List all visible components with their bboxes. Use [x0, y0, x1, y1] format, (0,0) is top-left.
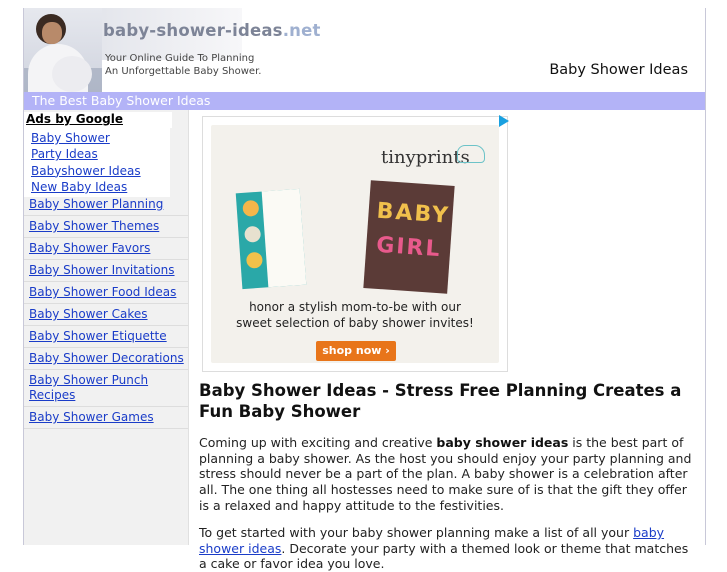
nav-baby-shower-themes[interactable]: Baby Shower Themes	[24, 216, 188, 238]
logo-main: baby-shower-ideas	[103, 21, 283, 40]
banner-text: The Best Baby Shower Ideas	[32, 93, 211, 108]
adchoices-icon[interactable]	[499, 115, 509, 127]
shop-now-button[interactable]: shop now ›	[316, 341, 396, 361]
site-logo[interactable]: baby-shower-ideas.net	[103, 21, 321, 40]
ad-image[interactable]: tinyprints BABY GIRL honor a stylish mom…	[211, 125, 499, 363]
logo-tld: .net	[282, 21, 321, 40]
p1-bold: baby shower ideas	[436, 435, 569, 450]
photo-face	[42, 22, 62, 44]
nav-baby-shower-etiquette[interactable]: Baby Shower Etiquette	[24, 326, 188, 348]
tinyprints-ad[interactable]: tinyprints BABY GIRL honor a stylish mom…	[202, 115, 509, 372]
ad-link[interactable]: New Baby Ideas	[24, 179, 170, 195]
ad-copy: honor a stylish mom-to-be with our sweet…	[211, 299, 499, 331]
bird-icon	[242, 199, 260, 217]
nav-baby-shower-cakes[interactable]: Baby Shower Cakes	[24, 304, 188, 326]
card-paper	[261, 188, 307, 288]
header-photo	[24, 8, 102, 92]
card-word-baby: BABY	[375, 198, 451, 229]
ad-link[interactable]: Party Ideas	[24, 146, 170, 162]
sidebar-nav: Baby Shower Planning Baby Shower Themes …	[24, 194, 188, 429]
p2-text-a: To get started with your baby shower pla…	[199, 525, 634, 540]
p1-text-a: Coming up with exciting and creative	[199, 435, 437, 450]
nav-baby-shower-punch-recipes[interactable]: Baby Shower Punch Recipes	[24, 370, 188, 407]
ad-link[interactable]: Babyshower Ideas	[24, 163, 170, 179]
ad-copy-line-1: honor a stylish mom-to-be with our	[249, 300, 461, 314]
nav-baby-shower-games[interactable]: Baby Shower Games	[24, 407, 188, 429]
tagline-line-2: An Unforgettable Baby Shower.	[105, 66, 262, 77]
sidebar: Ads by Google Baby Shower Party Ideas Ba…	[24, 110, 189, 545]
page: baby-shower-ideas.net Your Online Guide …	[23, 8, 706, 571]
ads-list: Baby Shower Party Ideas Babyshower Ideas…	[24, 128, 170, 198]
tagline-line-1: Your Online Guide To Planning	[105, 53, 255, 64]
ad-copy-line-2: sweet selection of baby shower invites!	[236, 316, 474, 330]
ad-link[interactable]: Baby Shower	[24, 130, 170, 146]
invitation-card-baby-girl: BABY GIRL	[363, 180, 455, 294]
site-title: Baby Shower Ideas	[549, 62, 688, 78]
invitation-card-teal	[235, 188, 307, 290]
nav-baby-shower-food-ideas[interactable]: Baby Shower Food Ideas	[24, 282, 188, 304]
card-word-girl: GIRL	[375, 232, 443, 263]
banner-bar: The Best Baby Shower Ideas	[24, 92, 705, 110]
article-headline: Baby Shower Ideas - Stress Free Planning…	[199, 381, 682, 421]
photo-belly	[52, 56, 92, 92]
nav-baby-shower-decorations[interactable]: Baby Shower Decorations	[24, 348, 188, 370]
ads-by-google-link[interactable]: Ads by Google	[24, 112, 172, 128]
giraffe-icon	[245, 251, 263, 269]
tagline: Your Online Guide To Planning An Unforge…	[105, 52, 261, 78]
nav-baby-shower-planning[interactable]: Baby Shower Planning	[24, 194, 188, 216]
article-paragraph-1: Coming up with exciting and creative bab…	[199, 435, 694, 514]
header: baby-shower-ideas.net Your Online Guide …	[24, 8, 705, 92]
nav-baby-shower-favors[interactable]: Baby Shower Favors	[24, 238, 188, 260]
article-paragraph-2: To get started with your baby shower pla…	[199, 525, 694, 572]
elephant-badge-icon	[244, 225, 262, 243]
nav-baby-shower-invitations[interactable]: Baby Shower Invitations	[24, 260, 188, 282]
elephant-icon	[457, 145, 485, 163]
